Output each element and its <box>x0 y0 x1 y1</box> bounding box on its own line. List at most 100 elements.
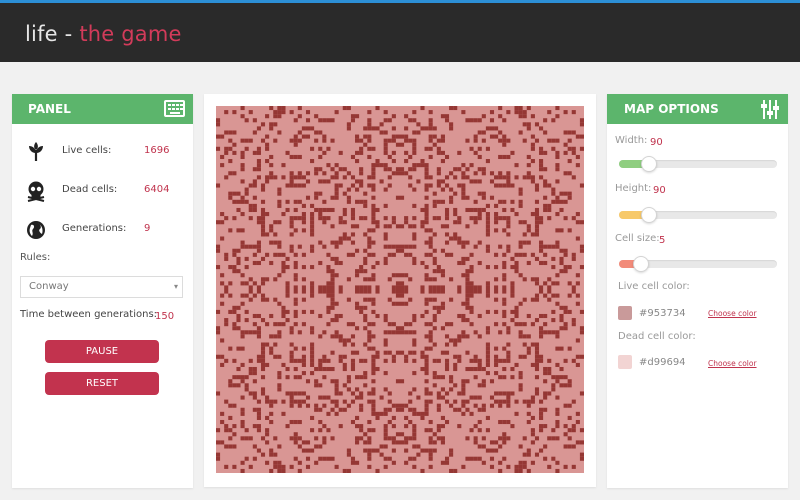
live-cell[interactable] <box>350 212 356 217</box>
live-cell[interactable] <box>408 350 413 355</box>
live-cell[interactable] <box>363 448 368 453</box>
live-cell[interactable] <box>216 428 221 433</box>
live-cell[interactable] <box>530 277 535 282</box>
live-cell[interactable] <box>543 444 548 449</box>
live-cell[interactable] <box>342 167 347 172</box>
live-cell[interactable] <box>453 354 458 359</box>
live-cell[interactable] <box>502 366 507 372</box>
live-cell[interactable] <box>477 216 482 221</box>
live-cell[interactable] <box>534 354 540 359</box>
live-cell[interactable] <box>363 375 368 380</box>
live-cell[interactable] <box>355 415 360 420</box>
live-cell[interactable] <box>543 150 548 155</box>
live-cell[interactable] <box>375 354 380 359</box>
live-cell[interactable] <box>563 464 568 469</box>
live-cell[interactable] <box>338 334 343 339</box>
live-cell[interactable] <box>457 240 462 245</box>
live-cell[interactable] <box>551 265 556 270</box>
live-cell[interactable] <box>220 419 225 425</box>
live-cell[interactable] <box>289 171 294 176</box>
live-cell[interactable] <box>469 309 474 314</box>
live-cell[interactable] <box>305 171 311 176</box>
live-cell[interactable] <box>346 297 351 302</box>
live-cell[interactable] <box>543 379 548 384</box>
live-cell[interactable] <box>387 456 392 461</box>
live-cell[interactable] <box>240 293 245 298</box>
live-cell[interactable] <box>314 383 319 388</box>
live-cell[interactable] <box>494 228 499 233</box>
live-cell[interactable] <box>494 252 499 257</box>
live-cell[interactable] <box>559 269 564 274</box>
live-cell[interactable] <box>240 346 245 351</box>
live-cell[interactable] <box>522 342 527 347</box>
live-cell[interactable] <box>567 171 572 176</box>
live-cell[interactable] <box>289 224 294 229</box>
live-cell[interactable] <box>494 265 499 270</box>
live-cell[interactable] <box>404 415 409 420</box>
live-cell[interactable] <box>571 175 576 180</box>
live-cell[interactable] <box>383 318 388 323</box>
live-cell[interactable] <box>391 403 396 408</box>
live-cell[interactable] <box>244 138 249 143</box>
live-cell[interactable] <box>579 309 584 314</box>
live-cell[interactable] <box>391 252 396 257</box>
live-cell[interactable] <box>314 191 319 196</box>
live-cell[interactable] <box>367 399 372 404</box>
live-cell[interactable] <box>408 167 413 172</box>
live-cell[interactable] <box>334 301 339 306</box>
live-cell[interactable] <box>318 358 323 363</box>
live-cell[interactable] <box>289 175 294 180</box>
live-cell[interactable] <box>547 203 552 208</box>
live-cell[interactable] <box>318 285 323 290</box>
live-cell[interactable] <box>293 138 298 143</box>
live-cell[interactable] <box>281 175 286 180</box>
live-cell[interactable] <box>318 154 323 160</box>
live-cell[interactable] <box>379 411 384 416</box>
live-cell[interactable] <box>391 220 396 225</box>
live-cell[interactable] <box>228 146 233 151</box>
live-cell[interactable] <box>436 391 441 396</box>
live-cell[interactable] <box>412 318 417 323</box>
live-cell[interactable] <box>534 199 540 204</box>
live-cell[interactable] <box>334 256 339 261</box>
live-cell[interactable] <box>252 179 257 184</box>
live-cell[interactable] <box>256 163 261 168</box>
live-cell[interactable] <box>395 244 400 249</box>
live-cell[interactable] <box>301 354 306 359</box>
live-cell[interactable] <box>461 379 466 384</box>
live-cell[interactable] <box>224 252 229 257</box>
live-cell[interactable] <box>383 428 388 433</box>
live-cell[interactable] <box>543 322 548 327</box>
live-cell[interactable] <box>473 395 478 400</box>
live-cell[interactable] <box>440 285 445 290</box>
live-cell[interactable] <box>330 407 335 412</box>
live-cell[interactable] <box>383 464 388 469</box>
live-cell[interactable] <box>514 110 519 115</box>
live-cell[interactable] <box>281 305 286 310</box>
live-cell[interactable] <box>432 326 437 331</box>
live-cell[interactable] <box>440 159 445 164</box>
live-cell[interactable] <box>444 154 450 160</box>
cell-size-value[interactable]: 5 <box>659 235 665 246</box>
live-cell[interactable] <box>465 195 470 200</box>
live-cell[interactable] <box>232 130 237 135</box>
live-cell[interactable] <box>248 110 253 115</box>
live-cell[interactable] <box>514 468 519 473</box>
live-cell[interactable] <box>469 146 474 151</box>
live-cell[interactable] <box>494 289 499 294</box>
live-cell[interactable] <box>412 138 417 143</box>
live-cell[interactable] <box>485 203 490 208</box>
live-cell[interactable] <box>534 281 540 286</box>
live-cell[interactable] <box>473 244 478 249</box>
live-cell[interactable] <box>297 436 302 441</box>
live-cell[interactable] <box>494 448 499 453</box>
live-cell[interactable] <box>428 391 433 396</box>
live-cell[interactable] <box>453 232 458 237</box>
live-cell[interactable] <box>420 289 425 294</box>
live-cell[interactable] <box>359 171 364 176</box>
live-cell[interactable] <box>494 126 499 131</box>
live-cell[interactable] <box>449 468 454 473</box>
live-cell[interactable] <box>240 195 245 200</box>
live-cell[interactable] <box>449 122 454 127</box>
live-cell[interactable] <box>436 183 441 188</box>
